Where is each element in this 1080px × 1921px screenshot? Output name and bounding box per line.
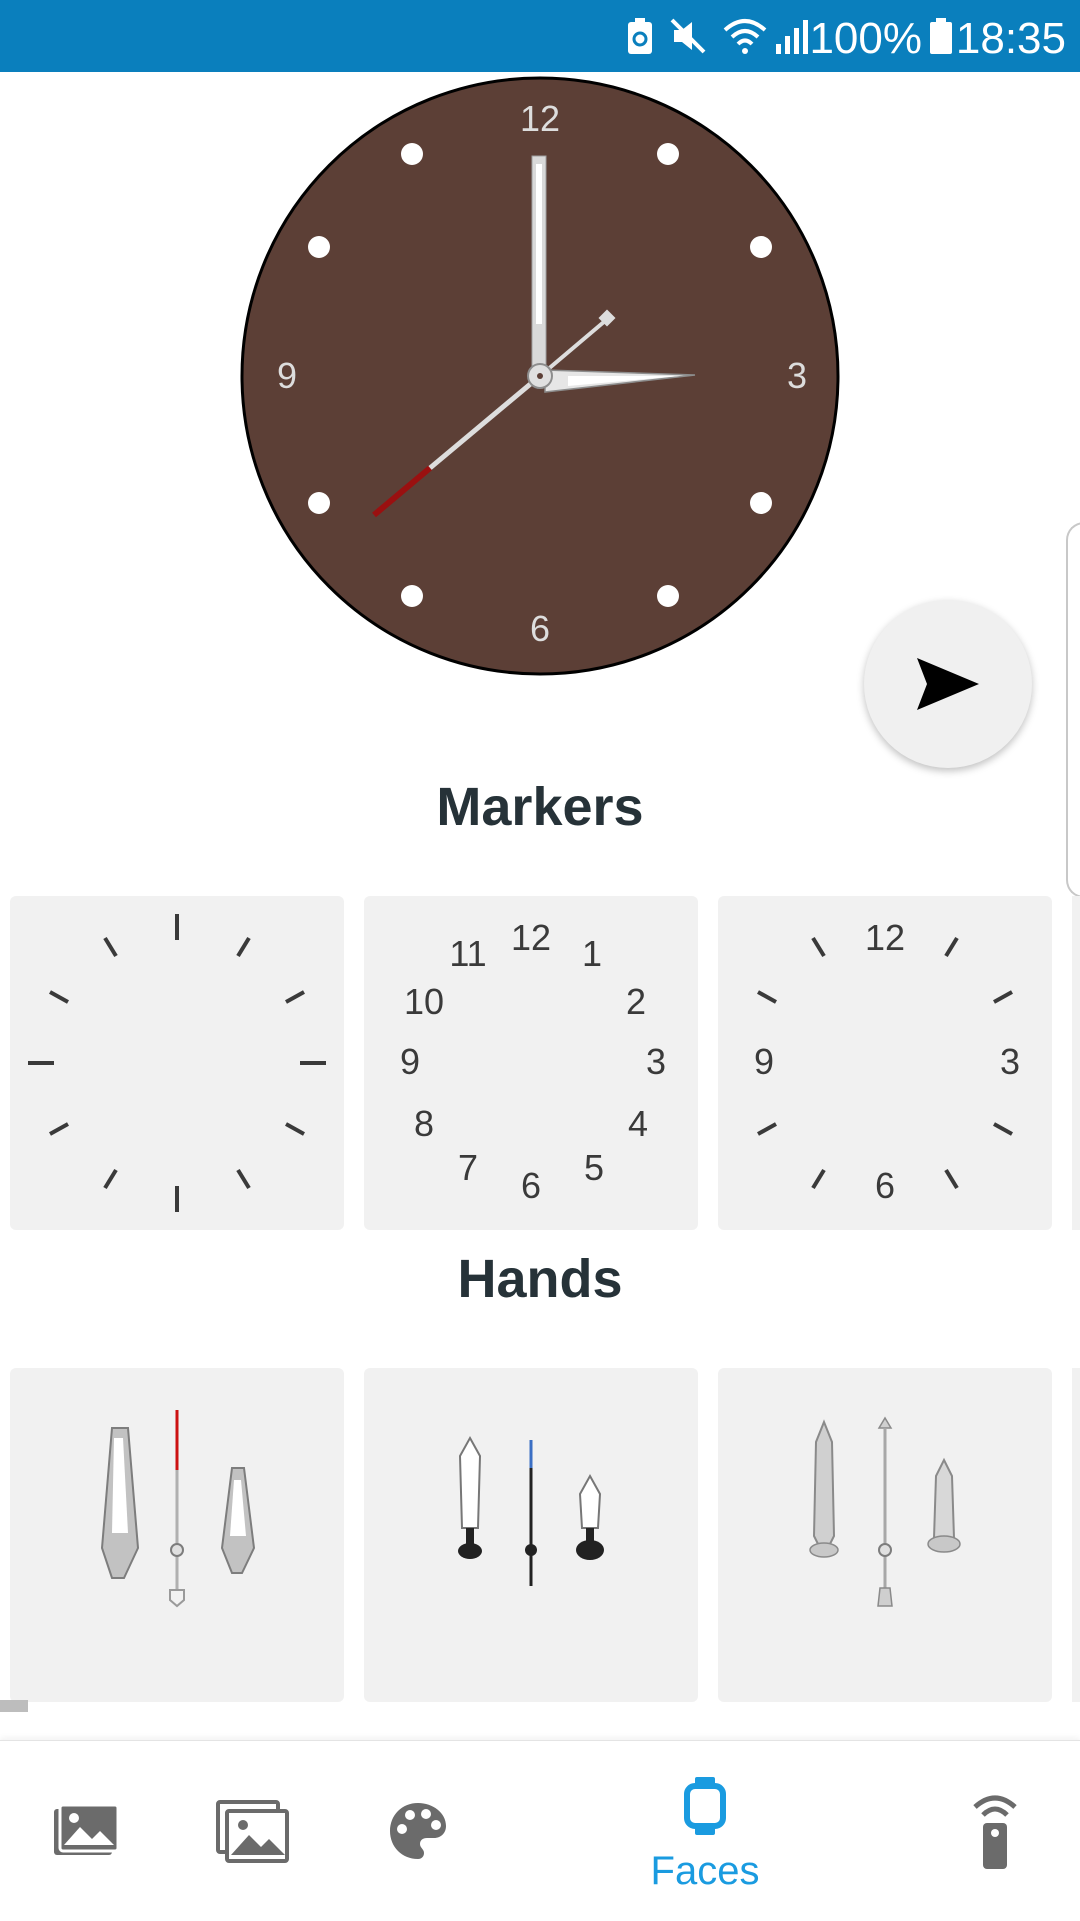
scroll-indicator: [0, 1700, 28, 1712]
silver-baton-hands-preview: [809, 1416, 961, 1607]
marker-option-all-numerals[interactable]: 12 1 2 3 4 5 6 7 8 9 10 11: [364, 896, 698, 1230]
marker-numeral-10: 10: [404, 981, 444, 1022]
all-numerals-preview: 12 1 2 3 4 5 6 7 8 9 10 11: [400, 917, 666, 1206]
gallery-icon: [216, 1800, 289, 1863]
quarter-numeral-6: 6: [875, 1165, 895, 1206]
nav-label-faces: Faces: [650, 1849, 760, 1893]
quarter-numeral-9: 9: [754, 1041, 774, 1082]
marker-numeral-5: 5: [584, 1147, 604, 1188]
battery-percentage: 100%: [809, 14, 922, 63]
quarter-numerals-preview: 12 3 6 9: [754, 917, 1020, 1206]
marker-numeral-3: 3: [646, 1041, 666, 1082]
marker-numeral-11: 11: [449, 933, 486, 974]
marker-option-next-edge[interactable]: [1072, 896, 1080, 1230]
marker-numeral-7: 7: [458, 1147, 478, 1188]
nav-item-palette[interactable]: [370, 1741, 470, 1921]
numeral-3: 3: [787, 355, 807, 396]
marker-option-quarter-numerals[interactable]: 12 3 6 9: [718, 896, 1052, 1230]
marker-numeral-12: 12: [511, 917, 551, 958]
side-panel-handle[interactable]: [1066, 522, 1080, 898]
nav-item-remote[interactable]: [945, 1741, 1045, 1921]
markers-title: Markers: [436, 777, 644, 837]
marker-numeral-1: 1: [582, 933, 602, 974]
marker-numeral-4: 4: [628, 1103, 648, 1144]
nav-item-gallery[interactable]: [195, 1741, 315, 1921]
tick-marks-preview: [28, 914, 326, 1212]
bottom-navigation: Faces: [0, 1740, 1080, 1921]
hands-option-silver-baton[interactable]: [718, 1368, 1052, 1702]
quarter-numeral-12: 12: [865, 917, 905, 958]
send-to-watch-button[interactable]: [864, 600, 1032, 768]
palette-icon: [390, 1803, 446, 1859]
hands-option-next-edge[interactable]: [1072, 1368, 1080, 1702]
watch-face-preview: 12 3 6 9: [240, 76, 840, 676]
minute-hand: [531, 155, 547, 372]
send-icon: [917, 658, 979, 710]
numeral-6: 6: [530, 608, 550, 649]
hands-option-black-sword[interactable]: [364, 1368, 698, 1702]
marker-numeral-2: 2: [626, 981, 646, 1022]
status-time: 18:35: [955, 14, 1066, 63]
hands-option-silver-dauphine[interactable]: [10, 1368, 344, 1702]
hands-title: Hands: [457, 1249, 623, 1309]
marker-option-ticks[interactable]: [10, 896, 344, 1230]
remote-icon: [973, 1795, 1017, 1869]
marker-numeral-8: 8: [414, 1103, 434, 1144]
wifi-icon: [723, 19, 767, 54]
status-bar: 100% 18:35: [0, 0, 1080, 72]
silver-dauphine-hands-preview: [100, 1410, 256, 1608]
numeral-9: 9: [277, 355, 297, 396]
photo-icon: [54, 1803, 120, 1855]
nav-item-faces[interactable]: Faces: [630, 1741, 780, 1921]
black-sword-hands-preview: [458, 1435, 604, 1586]
battery-icon: [930, 18, 952, 54]
marker-numeral-6: 6: [521, 1165, 541, 1206]
signal-icon: [776, 20, 808, 54]
marker-numeral-9: 9: [400, 1041, 420, 1082]
battery-saver-icon: [628, 18, 652, 54]
quarter-numeral-3: 3: [1000, 1041, 1020, 1082]
mute-icon: [670, 18, 706, 54]
nav-item-photo[interactable]: [30, 1741, 140, 1921]
watch-icon: [684, 1777, 726, 1835]
numeral-12: 12: [520, 98, 560, 139]
